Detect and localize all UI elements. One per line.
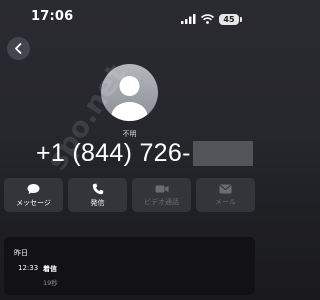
history-entry-duration: 19秒 — [43, 279, 58, 287]
contact-avatar — [101, 64, 158, 121]
chevron-left-icon — [15, 43, 22, 54]
mail-button[interactable]: メール — [196, 178, 255, 212]
battery-level: 45 — [223, 14, 235, 24]
video-call-label: ビデオ通話 — [144, 197, 179, 206]
redacted-digits — [192, 140, 253, 166]
mail-label: メール — [215, 197, 236, 206]
phone-number: +1 (844) 726- — [36, 138, 191, 167]
person-silhouette-icon — [111, 76, 148, 121]
call-history-card: 昨日 12:33 着信 19秒 — [4, 237, 255, 295]
history-date-header: 昨日 — [14, 249, 28, 257]
status-time: 17:06 — [31, 9, 74, 24]
message-bubble-icon — [27, 183, 40, 194]
video-call-button[interactable]: ビデオ通話 — [132, 178, 191, 212]
back-button[interactable] — [7, 37, 30, 60]
history-entry-time: 12:33 — [18, 264, 39, 272]
wifi-icon — [201, 14, 214, 24]
message-button[interactable]: メッセージ — [4, 178, 63, 212]
history-entry-type: 着信 — [43, 265, 57, 273]
battery-icon: 45 — [219, 13, 242, 25]
status-bar: 17:06 45 — [0, 0, 259, 36]
quick-actions: メッセージ 発信 ビデオ通話 メール — [4, 178, 255, 212]
call-label: 発信 — [90, 198, 105, 207]
signal-icon — [181, 14, 196, 24]
phone-number-row: +1 (844) 726- — [36, 138, 253, 168]
message-label: メッセージ — [16, 198, 51, 207]
envelope-icon — [219, 184, 232, 193]
status-icons: 45 — [181, 12, 242, 26]
phone-icon — [92, 183, 103, 194]
video-camera-icon — [155, 185, 168, 192]
call-button[interactable]: 発信 — [68, 178, 127, 212]
